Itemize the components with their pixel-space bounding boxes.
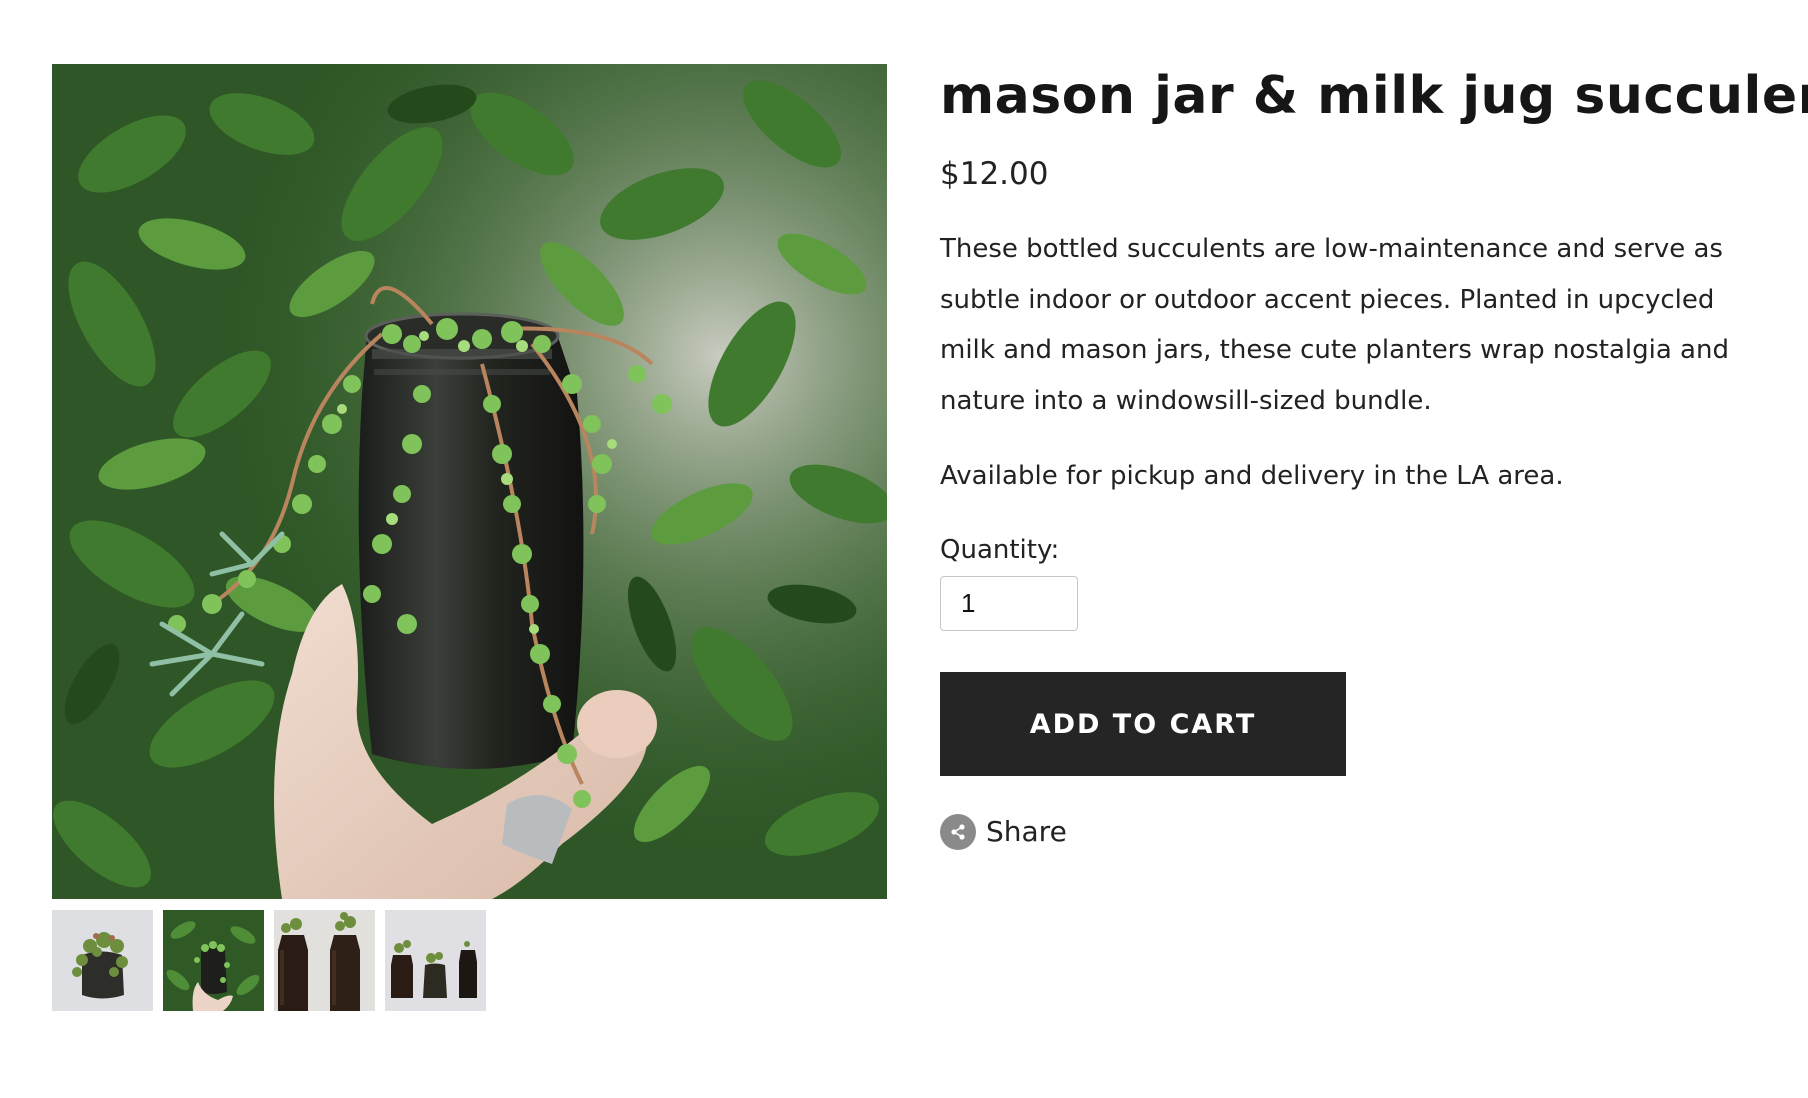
add-to-cart-button[interactable]: ADD TO CART xyxy=(940,672,1346,776)
product-page: mason jar & milk jug succulents $12.00 T… xyxy=(0,0,1808,1098)
quantity-input[interactable] xyxy=(940,576,1078,631)
thumbnail-2[interactable] xyxy=(163,910,264,1011)
main-product-image[interactable] xyxy=(52,64,887,899)
thumbnail-1[interactable] xyxy=(52,910,153,1011)
share-label: Share xyxy=(986,815,1067,848)
availability-note: Available for pickup and delivery in the… xyxy=(940,461,1564,491)
share-icon xyxy=(940,814,976,850)
product-title: mason jar & milk jug succulents xyxy=(940,66,1808,126)
share-button[interactable]: Share xyxy=(940,814,1080,850)
thumbnail-strip xyxy=(52,910,486,1011)
product-description: These bottled succulents are low-mainten… xyxy=(940,224,1760,426)
quantity-label: Quantity: xyxy=(940,535,1060,565)
product-details: mason jar & milk jug succulents $12.00 T… xyxy=(940,60,1808,850)
thumbnail-4[interactable] xyxy=(385,910,486,1011)
product-price: $12.00 xyxy=(940,156,1049,192)
thumbnail-3[interactable] xyxy=(274,910,375,1011)
description-text: These bottled succulents are low-mainten… xyxy=(940,234,1729,416)
